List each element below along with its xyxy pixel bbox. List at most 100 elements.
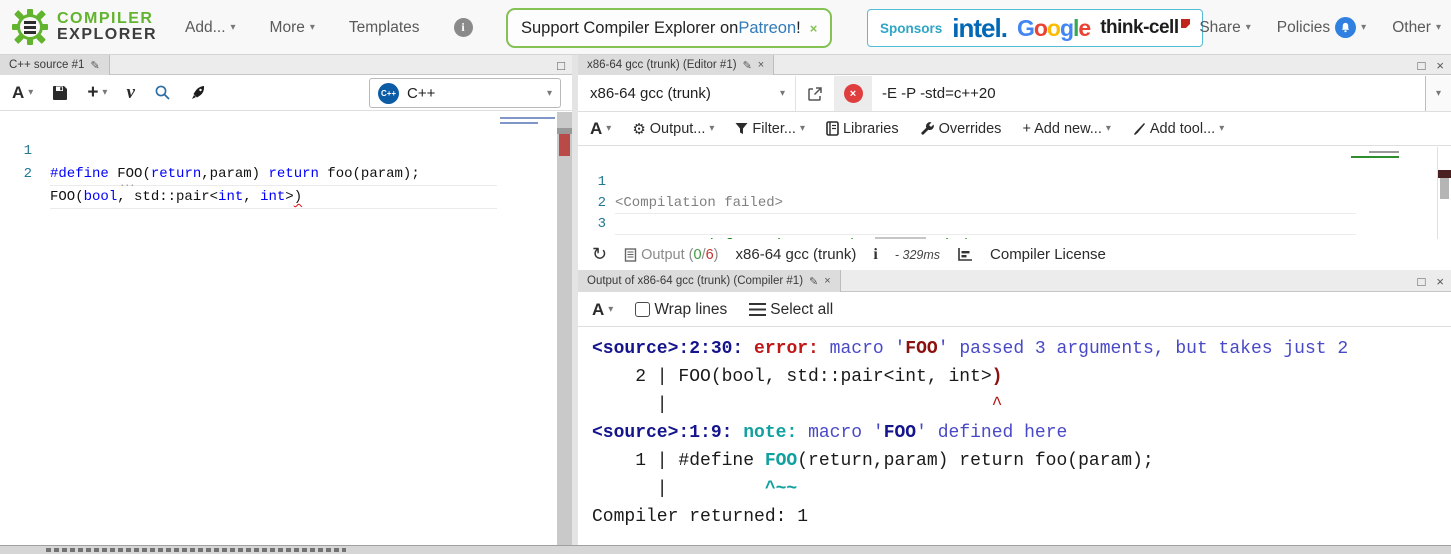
nav-other-menu[interactable]: Other▾ bbox=[1392, 19, 1441, 37]
magnifier-icon bbox=[154, 84, 171, 101]
open-compiler-site-button[interactable] bbox=[796, 76, 834, 111]
thinkcell-logo[interactable]: think-cell bbox=[1100, 17, 1189, 39]
output-line: <source>:2:30: error: macro 'FOO' passed… bbox=[592, 335, 1451, 363]
add-tool-button[interactable]: Add tool...▾ bbox=[1132, 121, 1224, 137]
asm-line[interactable]: 2 bbox=[578, 172, 1451, 193]
asm-line[interactable]: 3 # For more information see the output … bbox=[578, 193, 1451, 214]
output-tab-title: Output of x86-64 gcc (trunk) (Compiler #… bbox=[587, 275, 803, 287]
banner-text: Support Compiler Explorer on bbox=[521, 19, 738, 38]
editor-minimap[interactable] bbox=[1351, 151, 1399, 158]
output-line: Compiler returned: 1 bbox=[592, 503, 1451, 531]
language-name: C++ bbox=[407, 85, 435, 102]
notification-bell-icon[interactable] bbox=[1335, 17, 1356, 38]
maximize-icon[interactable]: □ bbox=[557, 58, 565, 73]
code-editor[interactable]: 1 #define FOO(return,param) return foo(p… bbox=[0, 112, 572, 545]
compiler-selector[interactable]: x86-64 gcc (trunk) ▾ bbox=[578, 76, 796, 111]
editor-scrollbar[interactable] bbox=[1437, 147, 1451, 239]
nav-share-menu[interactable]: Share▾ bbox=[1199, 19, 1250, 37]
filter-button[interactable]: Filter...▾ bbox=[735, 121, 805, 137]
compiler-tab-title: x86-64 gcc (trunk) (Editor #1) bbox=[587, 59, 737, 71]
code-line[interactable]: 2 FOO(bool, std::pair<int, int>) bbox=[0, 140, 572, 163]
save-button[interactable] bbox=[52, 85, 68, 101]
chevron-down-icon: ▾ bbox=[780, 88, 785, 99]
chevron-down-icon: ▾ bbox=[1106, 123, 1111, 134]
nav-add-menu[interactable]: Add...▾ bbox=[185, 19, 236, 37]
output-pane-tab[interactable]: Output of x86-64 gcc (trunk) (Compiler #… bbox=[578, 270, 841, 292]
editor-minimap[interactable] bbox=[500, 117, 555, 127]
source-pane-tab[interactable]: C++ source #1 ✎ bbox=[0, 55, 110, 75]
font-size-button[interactable]: A▾ bbox=[590, 119, 611, 139]
compile-time: - 329ms bbox=[895, 248, 940, 262]
save-icon bbox=[52, 85, 68, 101]
source-tab-title: C++ source #1 bbox=[9, 59, 84, 71]
compiler-options-input[interactable] bbox=[872, 76, 1425, 111]
add-pane-button[interactable]: +▾ bbox=[87, 82, 107, 104]
chevron-down-icon: ▾ bbox=[608, 304, 613, 315]
close-tab-icon[interactable]: × bbox=[824, 275, 830, 287]
compiler-stderr-output: <source>:2:30: error: macro 'FOO' passed… bbox=[578, 327, 1451, 545]
compile-status-box: × bbox=[834, 76, 872, 111]
status-compiler-name: x86-64 gcc (trunk) bbox=[736, 246, 857, 263]
scrollbar-thumb[interactable] bbox=[1440, 178, 1449, 199]
clipped-bottom-panel-edge bbox=[0, 545, 1451, 554]
rename-pencil-icon[interactable]: ✎ bbox=[743, 59, 752, 72]
language-selector[interactable]: C++ C++ ▾ bbox=[369, 78, 561, 108]
banner-close-icon[interactable]: × bbox=[810, 21, 818, 36]
compiler-pane-tab[interactable]: x86-64 gcc (trunk) (Editor #1) ✎ × bbox=[578, 55, 774, 75]
compiler-output-editor[interactable]: 1 <Compilation failed> 2 3 # For more in… bbox=[578, 147, 1451, 239]
nav-more-menu[interactable]: More▾ bbox=[270, 19, 315, 37]
compiler-controls-row: x86-64 gcc (trunk) ▾ × ▾ bbox=[578, 76, 1451, 112]
select-all-button[interactable]: Select all bbox=[749, 301, 833, 319]
google-logo[interactable]: Google bbox=[1017, 15, 1090, 42]
wrench-icon bbox=[920, 121, 935, 136]
font-size-button[interactable]: A▾ bbox=[592, 300, 613, 320]
timing-chart-icon[interactable] bbox=[957, 247, 973, 262]
compile-error-status-icon[interactable]: × bbox=[844, 84, 863, 103]
compiler-license-link[interactable]: Compiler License bbox=[990, 246, 1106, 263]
cpp-insights-button[interactable] bbox=[154, 84, 171, 101]
code-line[interactable]: 1 #define FOO(return,param) return foo(p… bbox=[0, 117, 572, 140]
nav-templates[interactable]: Templates bbox=[349, 19, 420, 37]
quick-bench-button[interactable] bbox=[190, 84, 207, 101]
banner-suffix: ! bbox=[796, 19, 801, 38]
options-dropdown-button[interactable]: ▾ bbox=[1425, 76, 1451, 111]
book-icon bbox=[826, 121, 839, 136]
output-toggle-button[interactable]: Output (0/6) bbox=[624, 247, 718, 263]
rename-pencil-icon[interactable]: ✎ bbox=[90, 59, 99, 72]
source-pane-header: C++ source #1 ✎ □ bbox=[0, 55, 572, 75]
compiler-explorer-logo[interactable]: COMPILER EXPLORER bbox=[10, 7, 157, 47]
source-editor-pane: C++ source #1 ✎ □ A▾ +▾ v bbox=[0, 55, 572, 545]
patreon-link[interactable]: Patreon bbox=[738, 19, 796, 38]
close-pane-icon[interactable]: × bbox=[1436, 58, 1444, 73]
maximize-icon[interactable]: □ bbox=[1418, 58, 1426, 73]
chevron-down-icon: ▾ bbox=[1436, 88, 1441, 99]
info-icon[interactable]: i bbox=[454, 18, 473, 37]
output-options-button[interactable]: ⚙ Output...▾ bbox=[632, 120, 714, 138]
rename-pencil-icon[interactable]: ✎ bbox=[809, 275, 818, 288]
asm-line[interactable]: 1 <Compilation failed> bbox=[578, 151, 1451, 172]
nav-policies-menu[interactable]: Policies ▾ bbox=[1277, 17, 1366, 38]
output-line: 2 | FOO(bool, std::pair<int, int>) bbox=[592, 363, 1451, 391]
chevron-down-icon: ▾ bbox=[800, 123, 805, 134]
close-tab-icon[interactable]: × bbox=[758, 59, 764, 71]
intel-logo[interactable]: intel. bbox=[952, 13, 1007, 44]
top-navbar: COMPILER EXPLORER Add...▾ More▾ Template… bbox=[0, 0, 1451, 55]
wrap-lines-toggle[interactable]: Wrap lines bbox=[635, 301, 727, 319]
log-icon bbox=[624, 248, 637, 262]
compiler-info-icon[interactable]: i bbox=[873, 246, 877, 264]
maximize-icon[interactable]: □ bbox=[1418, 274, 1426, 289]
chevron-down-icon: ▾ bbox=[231, 22, 236, 33]
libraries-button[interactable]: Libraries bbox=[826, 121, 899, 137]
overrides-button[interactable]: Overrides bbox=[920, 121, 1002, 137]
output-toolbar: A▾ Wrap lines Select all bbox=[578, 293, 1451, 327]
checkbox-icon[interactable] bbox=[635, 302, 650, 317]
add-new-button[interactable]: + Add new...▾ bbox=[1022, 121, 1110, 137]
recompile-icon[interactable]: ↻ bbox=[592, 244, 607, 265]
editor-scrollbar[interactable] bbox=[557, 112, 572, 545]
select-all-icon bbox=[749, 303, 766, 316]
font-size-button[interactable]: A▾ bbox=[12, 83, 33, 103]
chevron-down-icon: ▾ bbox=[1361, 22, 1366, 33]
cpp-logo-icon: C++ bbox=[378, 83, 399, 104]
close-pane-icon[interactable]: × bbox=[1436, 274, 1444, 289]
vim-mode-button[interactable]: v bbox=[126, 82, 134, 104]
